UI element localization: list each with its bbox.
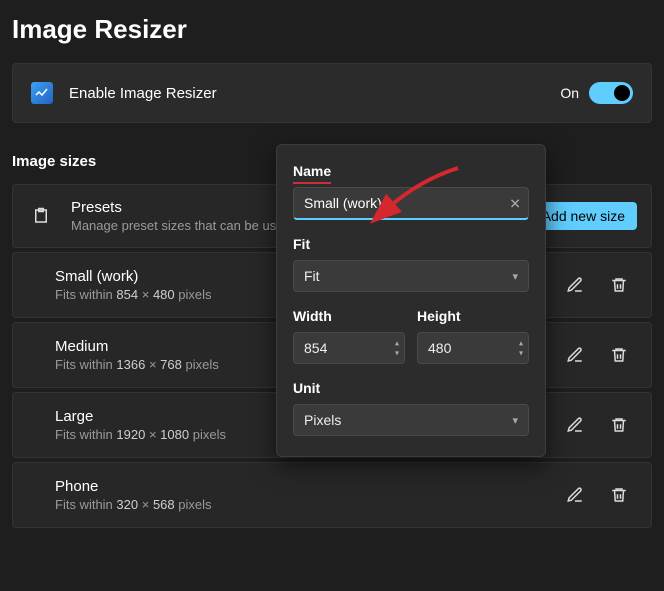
height-label: Height	[417, 308, 529, 324]
enable-label: Enable Image Resizer	[69, 85, 560, 102]
enable-toggle[interactable]	[589, 82, 633, 104]
edit-preset-popup: Name ✕ Fit Fit ▾ Width ▴▾ Height ▴▾ Unit…	[276, 144, 546, 457]
delete-size-button[interactable]	[601, 267, 637, 303]
delete-size-button[interactable]	[601, 477, 637, 513]
clear-name-button[interactable]: ✕	[509, 195, 521, 212]
width-input[interactable]	[293, 332, 405, 364]
name-label: Name	[293, 163, 529, 179]
chevron-down-icon: ▾	[512, 270, 518, 283]
page-title: Image Resizer	[0, 0, 664, 45]
edit-size-button[interactable]	[557, 477, 593, 513]
size-dimensions: Fits within 320 × 568 pixels	[55, 497, 549, 512]
size-row: Phone Fits within 320 × 568 pixels	[12, 462, 652, 528]
width-spinner[interactable]: ▴▾	[395, 339, 399, 358]
enable-card: Enable Image Resizer On	[12, 63, 652, 123]
width-label: Width	[293, 308, 405, 324]
name-input[interactable]	[293, 187, 529, 220]
toggle-state-text: On	[560, 85, 579, 101]
edit-size-button[interactable]	[557, 407, 593, 443]
height-input[interactable]	[417, 332, 529, 364]
height-spinner[interactable]: ▴▾	[519, 339, 523, 358]
fit-select[interactable]: Fit ▾	[293, 260, 529, 292]
chevron-down-icon: ▾	[512, 414, 518, 427]
image-resizer-icon	[31, 82, 53, 104]
unit-select[interactable]: Pixels ▾	[293, 404, 529, 436]
delete-size-button[interactable]	[601, 407, 637, 443]
edit-size-button[interactable]	[557, 337, 593, 373]
presets-icon	[27, 207, 55, 225]
size-name: Phone	[55, 478, 549, 495]
delete-size-button[interactable]	[601, 337, 637, 373]
edit-size-button[interactable]	[557, 267, 593, 303]
fit-label: Fit	[293, 236, 529, 252]
unit-value: Pixels	[304, 412, 341, 428]
fit-value: Fit	[304, 268, 320, 284]
unit-label: Unit	[293, 380, 529, 396]
